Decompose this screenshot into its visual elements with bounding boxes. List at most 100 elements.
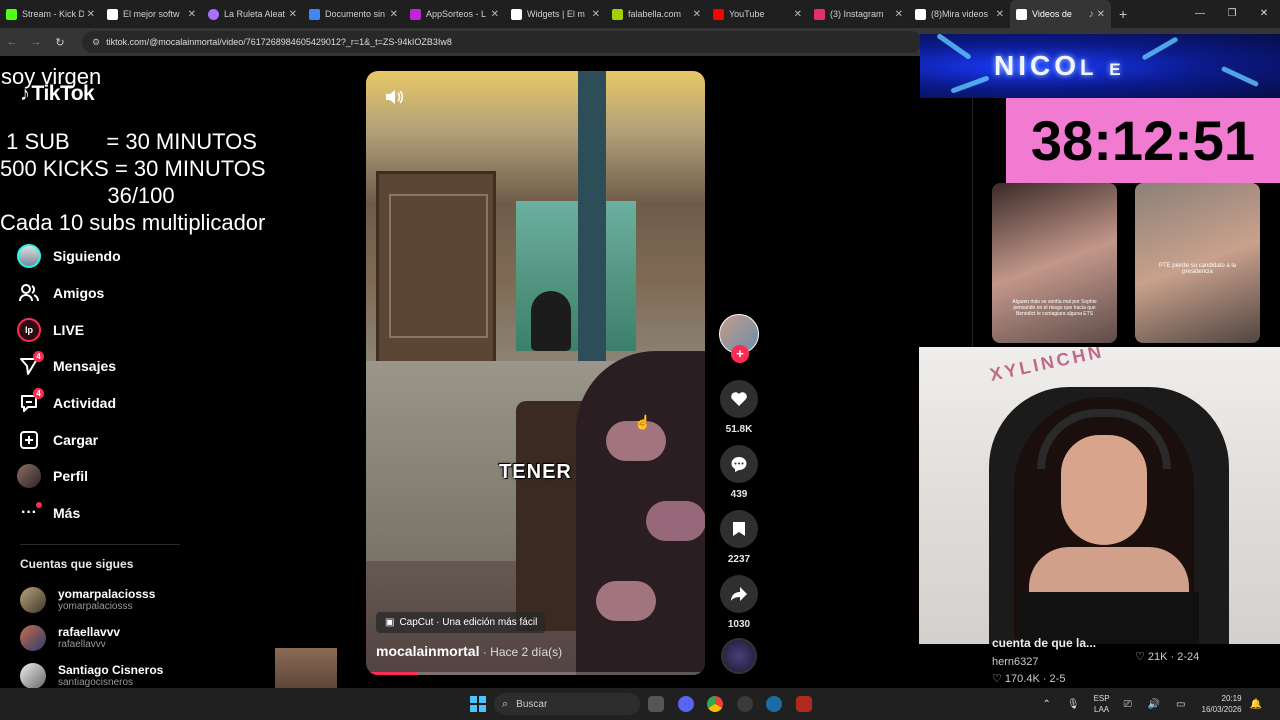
video-progress-bar[interactable] (366, 672, 705, 675)
browser-tab[interactable]: AppSorteos - L ✕ (404, 0, 505, 28)
mute-tab-icon[interactable]: ♪ (1089, 9, 1094, 20)
close-tab-icon[interactable]: ✕ (390, 9, 398, 20)
related-video-thumbnail[interactable]: Alguien más se sentía mal por Sophie pen… (992, 183, 1117, 343)
following-account[interactable]: yomarpalaciosss yomarpalaciosss (20, 584, 220, 616)
tiktok-favicon-icon (915, 8, 926, 20)
widgets-favicon-icon (511, 8, 522, 20)
subathon-timer: 38:12:51 (1006, 98, 1280, 183)
network-icon[interactable]: ⎚ (1124, 699, 1132, 710)
messages-icon: 4 (16, 351, 44, 379)
dota-icon[interactable] (796, 696, 812, 712)
browser-tab[interactable]: Widgets | El m ✕ (505, 0, 606, 28)
site-info-icon[interactable]: ⚙ (92, 37, 100, 48)
tiktok-logo[interactable]: ♪ TikTok (20, 82, 95, 106)
account-handle: rafaellavvv (58, 638, 106, 650)
back-icon[interactable]: ← (0, 36, 24, 48)
obs-icon[interactable] (737, 696, 753, 712)
sidebar-item-label: LIVE (53, 321, 85, 338)
steam-icon[interactable] (766, 696, 782, 712)
sidebar-item-label: Amigos (53, 285, 105, 302)
streamer-name-main: NICO (994, 50, 1080, 81)
close-tab-icon[interactable]: ✕ (188, 9, 196, 20)
chrome-icon[interactable] (707, 696, 723, 712)
tray-expand-icon[interactable]: ⌃ (1042, 699, 1050, 710)
new-tab-icon[interactable]: + (1119, 6, 1127, 22)
close-tab-icon[interactable]: ✕ (87, 9, 95, 20)
heart-icon[interactable] (720, 380, 758, 418)
sidebar-item-actividad[interactable]: 4 Actividad (16, 385, 196, 422)
task-view-icon[interactable] (648, 696, 664, 712)
goal-line-subs: 1 SUB = 30 MINUTOS (0, 129, 257, 154)
sidebar-item-live[interactable]: lp LIVE (16, 311, 196, 348)
avatar (20, 587, 46, 613)
close-tab-icon[interactable]: ✕ (491, 9, 499, 20)
microphone-icon[interactable]: 🎙 (1067, 699, 1080, 710)
browser-tab[interactable]: El mejor softw ✕ (101, 0, 202, 28)
maximize-icon[interactable]: ❐ (1216, 0, 1248, 28)
minimize-icon[interactable]: — (1184, 0, 1216, 28)
account-name: rafaellavvv (58, 624, 121, 639)
browser-tab[interactable]: YouTube ✕ (707, 0, 808, 28)
taskbar-clock[interactable]: 20:19 16/03/2026 (1202, 693, 1242, 715)
video-player[interactable]: TENER ▣ CapCut · Una edición más fácil m… (366, 71, 705, 675)
language-indicator[interactable]: ESP LAA (1094, 693, 1110, 715)
banner-streak (1220, 65, 1260, 88)
capcut-tag[interactable]: ▣ CapCut · Una edición más fácil (376, 612, 547, 633)
close-tab-icon[interactable]: ✕ (794, 9, 802, 20)
comment-action[interactable]: 439 (718, 445, 760, 500)
volume-icon[interactable] (384, 89, 404, 110)
browser-tab[interactable]: falabella.com ✕ (606, 0, 707, 28)
sidebar-item-cargar[interactable]: Cargar (16, 421, 196, 458)
sidebar-item-perfil[interactable]: Perfil (16, 458, 196, 495)
close-tab-icon[interactable]: ✕ (693, 9, 701, 20)
sidebar-item-siguiendo[interactable]: Siguiendo (16, 238, 196, 275)
follow-plus-icon[interactable]: + (731, 345, 749, 363)
notifications-icon[interactable]: 🔔 (1250, 699, 1262, 710)
related-video-title[interactable]: cuenta de que la... (992, 636, 1096, 650)
forward-icon[interactable]: → (24, 36, 48, 48)
banner-streak (936, 34, 972, 61)
sidebar-item-mas[interactable]: ··· Más (16, 495, 196, 532)
streamer-name-small: E (1109, 60, 1125, 79)
tab-title: La Ruleta Aleat (224, 9, 286, 19)
close-tab-icon[interactable]: ✕ (289, 9, 297, 20)
creator-avatar[interactable]: + (719, 314, 759, 363)
reload-icon[interactable]: ↻ (48, 36, 72, 49)
close-tab-icon[interactable]: ✕ (1097, 9, 1105, 20)
streamer-name: NICOL E (994, 50, 1125, 82)
windows-start-icon[interactable] (470, 696, 486, 712)
browser-tab[interactable]: Stream - Kick D ✕ (0, 0, 101, 28)
taskbar-search[interactable]: ⌕ Buscar (494, 693, 640, 715)
tab-title: Videos de (1032, 9, 1072, 19)
music-disc-icon[interactable] (721, 638, 757, 674)
share-action[interactable]: 1030 (718, 575, 760, 630)
share-icon[interactable] (720, 575, 758, 613)
capcut-label: CapCut · Una edición más fácil (399, 617, 538, 628)
browser-tab[interactable]: La Ruleta Aleat ✕ (202, 0, 303, 28)
avatar (20, 625, 46, 651)
related-video-thumbnail[interactable]: PTE pierde su candidato a la presidencia (1135, 183, 1260, 343)
close-tab-icon[interactable]: ✕ (996, 9, 1004, 20)
close-tab-icon[interactable]: ✕ (592, 9, 600, 20)
close-tab-icon[interactable]: ✕ (895, 9, 903, 20)
battery-icon[interactable]: ▭ (1176, 699, 1185, 710)
save-action[interactable]: 2237 (718, 510, 760, 565)
browser-tab[interactable]: (3) Instagram ✕ (808, 0, 909, 28)
volume-tray-icon[interactable]: 🔊 (1148, 699, 1160, 710)
bookmark-icon[interactable] (720, 510, 758, 548)
browser-tab[interactable]: Documento sin ✕ (303, 0, 404, 28)
streamer-name-mid: L (1080, 55, 1098, 80)
like-action[interactable]: 51.8K (718, 380, 760, 435)
browser-tab[interactable]: (8)Mira videos ✕ (909, 0, 1010, 28)
related-video-user[interactable]: hern6327 (992, 656, 1039, 668)
discord-icon[interactable] (678, 696, 694, 712)
banner-streak (950, 75, 990, 94)
video-author[interactable]: mocalainmortal · Hace 2 día(s) (376, 643, 562, 659)
url-field[interactable]: ⚙ tiktok.com/@mocalainmortal/video/76172… (82, 31, 922, 53)
sidebar-item-amigos[interactable]: Amigos (16, 275, 196, 312)
sidebar-item-mensajes[interactable]: 4 Mensajes (16, 348, 196, 385)
following-account[interactable]: rafaellavvv rafaellavvv (20, 622, 220, 654)
browser-tab-active[interactable]: Videos de ♪ ✕ (1010, 0, 1111, 28)
close-window-icon[interactable]: ✕ (1248, 0, 1280, 28)
comment-icon[interactable] (720, 445, 758, 483)
